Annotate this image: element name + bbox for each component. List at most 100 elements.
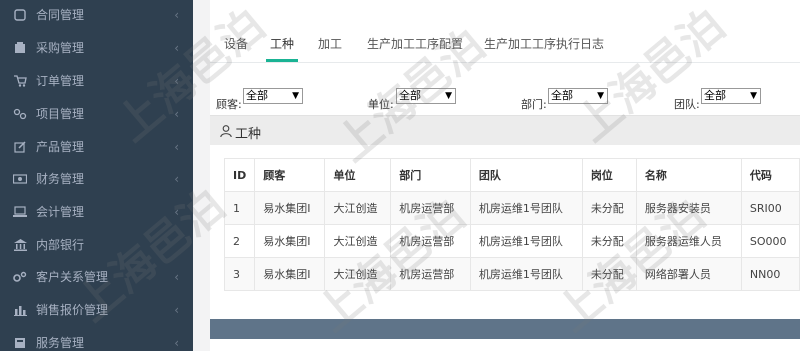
main-content: 设备 工种 加工 生产加工工序配置 生产加工工序执行日志 顾客: 全部 ▼ 单位… bbox=[210, 0, 800, 351]
col-header-dept[interactable]: 部门 bbox=[390, 158, 471, 192]
col-header-unit[interactable]: 单位 bbox=[324, 158, 392, 192]
cell-code: SRI00 bbox=[740, 191, 800, 225]
cell-dept: 机房运营部 bbox=[390, 257, 471, 291]
sidebar-item-sales-quote[interactable]: 销售报价管理 ‹ bbox=[0, 293, 193, 326]
tab-process-log[interactable]: 生产加工工序执行日志 bbox=[484, 32, 604, 62]
footer-bar bbox=[210, 319, 800, 339]
cell-unit: 大江创造 bbox=[324, 224, 392, 258]
sidebar-item-label: 采购管理 bbox=[36, 41, 85, 55]
panel-header: 工种 bbox=[210, 115, 800, 145]
sidebar-item-label: 财务管理 bbox=[36, 172, 85, 186]
col-header-code[interactable]: 代码 bbox=[740, 158, 800, 192]
customer-select[interactable]: 全部 ▼ bbox=[243, 88, 303, 104]
chevron-left-icon: ‹ bbox=[174, 336, 179, 350]
chevron-left-icon: ‹ bbox=[174, 74, 179, 88]
col-header-position[interactable]: 岗位 bbox=[581, 158, 637, 192]
cell-code: SO000 bbox=[740, 224, 800, 258]
cell-dept: 机房运营部 bbox=[390, 191, 471, 225]
contract-icon bbox=[13, 8, 27, 22]
tab-processing[interactable]: 加工 bbox=[318, 32, 342, 62]
caret-down-icon: ▼ bbox=[750, 91, 757, 101]
purchase-icon bbox=[13, 41, 27, 55]
cell-name: 网络部署人员 bbox=[635, 257, 742, 291]
sidebar-item-label: 产品管理 bbox=[36, 140, 85, 154]
tab-job-type[interactable]: 工种 bbox=[265, 32, 299, 62]
chevron-left-icon: ‹ bbox=[174, 107, 179, 121]
cell-dept: 机房运营部 bbox=[390, 224, 471, 258]
sidebar-item-crm[interactable]: 客户关系管理 ‹ bbox=[0, 260, 193, 293]
chevron-left-icon: ‹ bbox=[174, 205, 179, 219]
service-icon bbox=[13, 336, 27, 350]
sidebar-item-label: 销售报价管理 bbox=[36, 303, 109, 317]
tab-bar: 设备 工种 加工 生产加工工序配置 生产加工工序执行日志 bbox=[210, 32, 800, 62]
unit-filter-label: 单位: bbox=[368, 98, 394, 111]
cell-customer: 易水集团I bbox=[254, 224, 326, 258]
col-header-team[interactable]: 团队 bbox=[469, 158, 583, 192]
cell-name: 服务器安装员 bbox=[635, 191, 742, 225]
gears-icon bbox=[13, 270, 27, 284]
job-type-table: ID 顾客 单位 部门 团队 岗位 名称 代码 1 易水集团I 大江创造 机房运… bbox=[223, 158, 800, 291]
cell-team: 机房运维1号团队 bbox=[469, 257, 583, 291]
tab-equipment[interactable]: 设备 bbox=[224, 32, 248, 62]
team-select[interactable]: 全部 ▼ bbox=[701, 88, 761, 104]
cell-customer: 易水集团I bbox=[254, 191, 326, 225]
project-icon bbox=[13, 107, 27, 121]
cell-unit: 大江创造 bbox=[324, 257, 392, 291]
dept-filter-label: 部门: bbox=[521, 98, 547, 111]
sidebar-item-finance[interactable]: 财务管理 ‹ bbox=[0, 162, 193, 195]
chevron-left-icon: ‹ bbox=[174, 41, 179, 55]
sidebar-item-accounting[interactable]: 会计管理 ‹ bbox=[0, 195, 193, 228]
dept-select[interactable]: 全部 ▼ bbox=[548, 88, 608, 104]
sidebar-item-contract[interactable]: 合同管理 ‹ bbox=[0, 0, 193, 31]
computer-icon bbox=[13, 205, 27, 219]
sidebar-item-service[interactable]: 服务管理 ‹ bbox=[0, 326, 193, 351]
col-header-id[interactable]: ID bbox=[223, 158, 256, 192]
dept-select-value: 全部 bbox=[551, 89, 573, 102]
team-select-value: 全部 bbox=[704, 89, 726, 102]
sidebar-item-internal-bank[interactable]: 内部银行 bbox=[0, 228, 193, 261]
table-row[interactable]: 3 易水集团I 大江创造 机房运营部 机房运维1号团队 未分配 网络部署人员 N… bbox=[223, 257, 800, 291]
tab-process-config[interactable]: 生产加工工序配置 bbox=[367, 32, 463, 62]
sidebar-item-label: 服务管理 bbox=[36, 336, 85, 350]
caret-down-icon: ▼ bbox=[445, 91, 452, 101]
table-row[interactable]: 2 易水集团I 大江创造 机房运营部 机房运维1号团队 未分配 服务器运维人员 … bbox=[223, 224, 800, 258]
customer-select-value: 全部 bbox=[246, 89, 268, 102]
cell-unit: 大江创造 bbox=[324, 191, 392, 225]
sidebar-item-label: 合同管理 bbox=[36, 8, 85, 22]
table-header-row: ID 顾客 单位 部门 团队 岗位 名称 代码 bbox=[223, 158, 800, 192]
sidebar-item-projects[interactable]: 项目管理 ‹ bbox=[0, 97, 193, 130]
unit-select-value: 全部 bbox=[399, 89, 421, 102]
sidebar-item-products[interactable]: 产品管理 ‹ bbox=[0, 130, 193, 163]
cell-id: 2 bbox=[223, 224, 256, 258]
sidebar-item-label: 会计管理 bbox=[36, 205, 85, 219]
sidebar-item-label: 项目管理 bbox=[36, 107, 85, 121]
filter-bar: 顾客: 全部 ▼ 单位: 全部 ▼ 部门: 全部 ▼ 团队: 全部 ▼ bbox=[210, 88, 800, 111]
sidebar-item-label: 客户关系管理 bbox=[36, 270, 109, 284]
caret-down-icon: ▼ bbox=[292, 91, 299, 101]
sidebar-item-label: 内部银行 bbox=[36, 238, 85, 252]
cell-position: 未分配 bbox=[581, 257, 637, 291]
chevron-left-icon: ‹ bbox=[174, 172, 179, 186]
col-header-name[interactable]: 名称 bbox=[635, 158, 742, 192]
sidebar-item-orders[interactable]: 订单管理 ‹ bbox=[0, 64, 193, 97]
chevron-left-icon: ‹ bbox=[174, 140, 179, 154]
chevron-left-icon: ‹ bbox=[174, 8, 179, 22]
money-icon bbox=[13, 172, 27, 186]
sidebar-item-purchase[interactable]: 采购管理 ‹ bbox=[0, 31, 193, 64]
bar-chart-icon bbox=[13, 303, 27, 317]
cell-id: 3 bbox=[223, 257, 256, 291]
table-row[interactable]: 1 易水集团I 大江创造 机房运营部 机房运维1号团队 未分配 服务器安装员 S… bbox=[223, 191, 800, 225]
sidebar-item-label: 订单管理 bbox=[36, 74, 85, 88]
user-icon bbox=[220, 125, 232, 138]
cell-customer: 易水集团I bbox=[254, 257, 326, 291]
unit-select[interactable]: 全部 ▼ bbox=[396, 88, 456, 104]
cell-team: 机房运维1号团队 bbox=[469, 224, 583, 258]
chevron-left-icon: ‹ bbox=[174, 270, 179, 284]
panel-title: 工种 bbox=[235, 127, 262, 142]
cell-name: 服务器运维人员 bbox=[635, 224, 742, 258]
chevron-left-icon: ‹ bbox=[174, 303, 179, 317]
col-header-customer[interactable]: 顾客 bbox=[254, 158, 326, 192]
bank-icon bbox=[13, 238, 27, 252]
content-gutter bbox=[193, 0, 210, 351]
sidebar: 合同管理 ‹ 采购管理 ‹ 订单管理 ‹ 项目管理 ‹ 产品管理 ‹ 财务管理 … bbox=[0, 0, 193, 351]
